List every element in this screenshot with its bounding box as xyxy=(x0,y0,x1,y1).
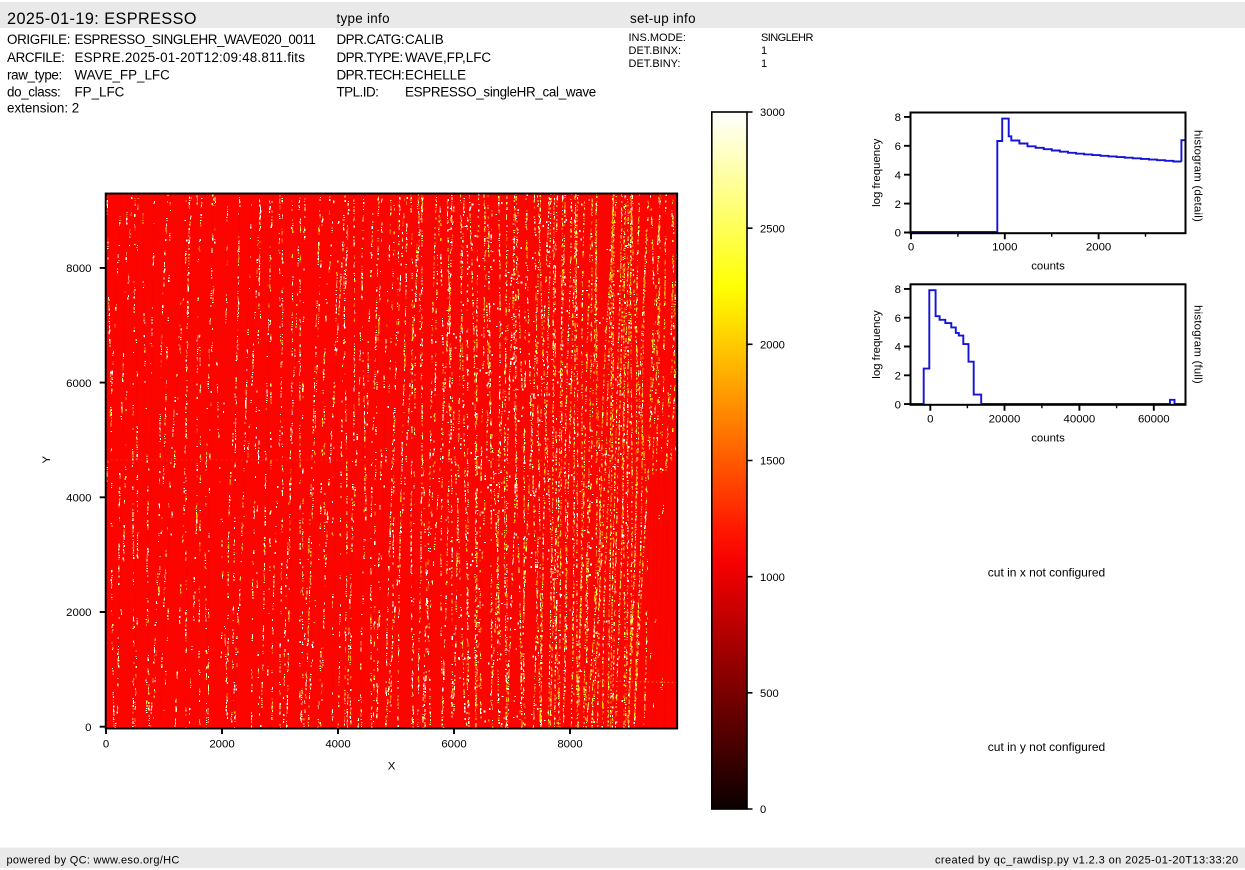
svg-text:cut in y not configured: cut in y not configured xyxy=(988,740,1105,754)
svg-text:histogram (detail): histogram (detail) xyxy=(1192,130,1204,222)
svg-text:ORIGFILE:: ORIGFILE: xyxy=(7,32,70,47)
svg-text:2: 2 xyxy=(895,371,901,383)
svg-text:6000: 6000 xyxy=(66,378,91,390)
svg-text:4000: 4000 xyxy=(66,493,91,505)
svg-text:powered by QC: www.eso.org/HC: powered by QC: www.eso.org/HC xyxy=(7,855,180,867)
svg-text:0: 0 xyxy=(85,722,91,734)
svg-text:DET.BINY:: DET.BINY: xyxy=(629,58,681,70)
svg-text:log frequency: log frequency xyxy=(871,138,883,207)
svg-text:1000: 1000 xyxy=(760,572,785,584)
svg-text:FP_LFC: FP_LFC xyxy=(75,85,125,100)
svg-text:0: 0 xyxy=(895,228,901,240)
svg-text:DPR.TECH:: DPR.TECH: xyxy=(337,68,405,83)
svg-text:8000: 8000 xyxy=(557,739,582,751)
svg-text:1000: 1000 xyxy=(992,242,1017,254)
svg-text:6000: 6000 xyxy=(441,739,466,751)
svg-text:type info: type info xyxy=(337,11,390,26)
svg-text:4: 4 xyxy=(895,170,901,182)
svg-text:0: 0 xyxy=(103,739,109,751)
svg-text:CALIB: CALIB xyxy=(405,32,444,47)
svg-text:X: X xyxy=(388,760,396,772)
svg-text:6: 6 xyxy=(895,313,901,325)
svg-text:4: 4 xyxy=(895,342,901,354)
svg-text:40000: 40000 xyxy=(1064,413,1096,425)
svg-text:8: 8 xyxy=(895,112,901,124)
svg-text:raw_type:: raw_type: xyxy=(7,68,62,83)
svg-text:2025-01-19: ESPRESSO: 2025-01-19: ESPRESSO xyxy=(7,10,197,28)
svg-text:0: 0 xyxy=(760,804,766,816)
svg-text:counts: counts xyxy=(1031,261,1065,273)
svg-text:2: 2 xyxy=(895,199,901,211)
svg-text:6: 6 xyxy=(895,141,901,153)
svg-text:0: 0 xyxy=(908,242,914,254)
svg-text:DPR.TYPE:: DPR.TYPE: xyxy=(337,50,403,65)
svg-text:8: 8 xyxy=(895,284,901,296)
svg-text:SINGLEHR: SINGLEHR xyxy=(761,32,813,44)
svg-text:created by qc_rawdisp.py v1.2.: created by qc_rawdisp.py v1.2.3 on 2025-… xyxy=(935,855,1239,867)
svg-text:ECHELLE: ECHELLE xyxy=(405,68,466,83)
svg-text:1: 1 xyxy=(761,45,767,57)
svg-text:ESPRESSO_singleHR_cal_wave: ESPRESSO_singleHR_cal_wave xyxy=(405,85,596,100)
svg-text:do_class:: do_class: xyxy=(7,85,60,100)
svg-text:1500: 1500 xyxy=(760,456,785,468)
svg-text:3000: 3000 xyxy=(760,107,785,119)
svg-text:set-up info: set-up info xyxy=(630,11,696,26)
svg-text:counts: counts xyxy=(1031,433,1065,445)
svg-text:ARCFILE:: ARCFILE: xyxy=(7,50,64,65)
svg-text:8000: 8000 xyxy=(66,263,91,275)
svg-text:0: 0 xyxy=(927,413,933,425)
svg-text:2500: 2500 xyxy=(760,223,785,235)
svg-text:WAVE_FP_LFC: WAVE_FP_LFC xyxy=(75,68,171,83)
svg-text:2000: 2000 xyxy=(209,739,234,751)
svg-text:extension: 2: extension: 2 xyxy=(7,101,79,116)
svg-text:4000: 4000 xyxy=(325,739,350,751)
svg-text:DPR.CATG:: DPR.CATG: xyxy=(337,32,404,47)
svg-text:DET.BINX:: DET.BINX: xyxy=(629,45,682,57)
svg-text:60000: 60000 xyxy=(1138,413,1170,425)
svg-text:INS.MODE:: INS.MODE: xyxy=(629,32,686,44)
svg-text:ESPRESSO_SINGLEHR_WAVE020_0011: ESPRESSO_SINGLEHR_WAVE020_0011 xyxy=(75,32,316,47)
svg-text:500: 500 xyxy=(760,688,779,700)
svg-text:ESPRE.2025-01-20T12:09:48.811.: ESPRE.2025-01-20T12:09:48.811.fits xyxy=(75,50,306,65)
svg-text:Y: Y xyxy=(41,456,53,464)
svg-text:2000: 2000 xyxy=(760,340,785,352)
svg-text:histogram (full): histogram (full) xyxy=(1192,305,1204,384)
svg-text:20000: 20000 xyxy=(989,413,1021,425)
svg-text:TPL.ID:: TPL.ID: xyxy=(337,85,379,100)
svg-text:1: 1 xyxy=(761,58,767,70)
svg-text:log frequency: log frequency xyxy=(871,310,883,379)
svg-text:WAVE,FP,LFC: WAVE,FP,LFC xyxy=(405,50,491,65)
svg-text:2000: 2000 xyxy=(66,607,91,619)
svg-text:2000: 2000 xyxy=(1086,242,1111,254)
svg-text:cut in x not configured: cut in x not configured xyxy=(988,566,1105,580)
svg-text:0: 0 xyxy=(895,399,901,411)
